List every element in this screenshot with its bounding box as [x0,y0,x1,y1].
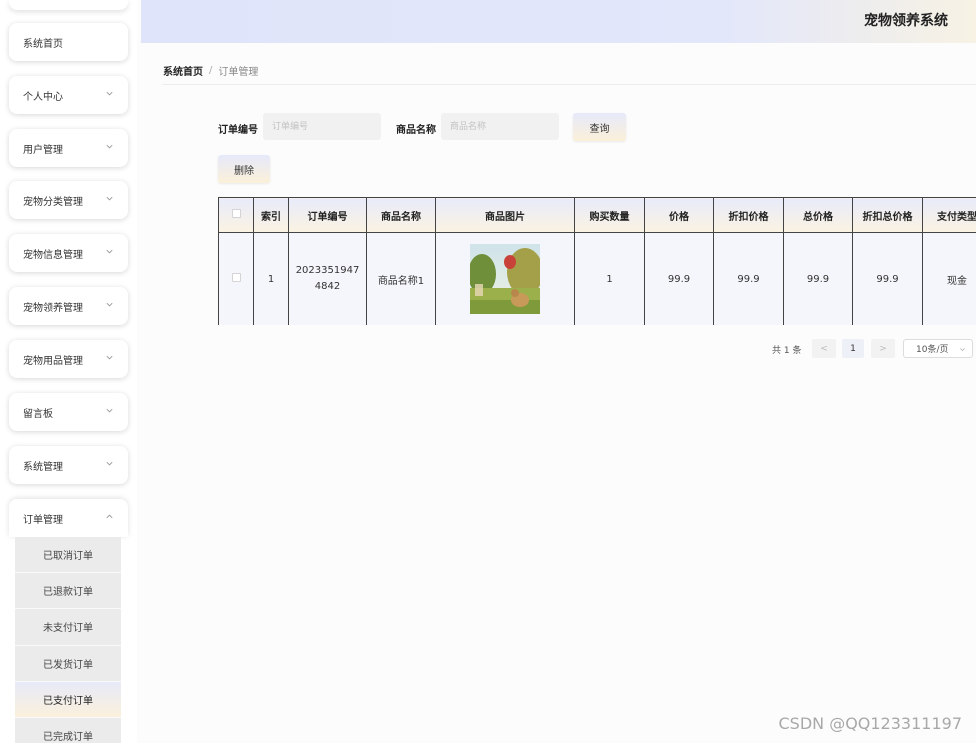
sidebar-item-system-management[interactable]: 系统管理 [9,446,128,484]
cell-pay-type: 现金 [922,232,976,325]
submenu-item-refunded-orders[interactable]: 已退款订单 [15,573,121,610]
chevron-down-icon [106,196,113,201]
chevron-down-icon [106,461,113,466]
order-no-label: 订单编号 [218,125,258,136]
sidebar-item-pet-supplies[interactable]: 宠物用品管理 [9,340,128,378]
breadcrumb-divider [162,84,976,85]
chevron-down-icon [106,302,113,307]
cell-product-name: 商品名称1 [366,232,436,325]
sidebar-item-label: 宠物信息管理 [23,249,83,261]
product-name-label: 商品名称 [396,125,436,136]
sidebar-item-label: 个人中心 [23,91,63,103]
column-header-product-image: 商品图片 [435,197,575,233]
cell-product-image [435,232,575,325]
delete-button[interactable]: 删除 [218,155,270,183]
column-header-price: 价格 [644,197,714,233]
order-no-text: 20233519474842 [295,265,360,292]
cell-quantity: 1 [574,232,645,325]
column-header-total-price: 总价格 [783,197,853,233]
query-button[interactable]: 查询 [573,113,626,141]
pagination-next-button[interactable]: > [871,339,895,358]
breadcrumb-home-link[interactable]: 系统首页 [163,63,203,78]
orders-table: 索引 订单编号 商品名称 商品图片 购买数量 价格 折扣价格 总价格 折扣总价格… [218,197,976,325]
order-no-input[interactable] [263,113,381,140]
column-header-quantity: 购买数量 [574,197,645,233]
cell-order-no: 20233519474842 [288,232,367,325]
sidebar-item-pet-category[interactable]: 宠物分类管理 [9,181,128,219]
cell-total-price: 99.9 [783,232,853,325]
column-header-discount-total: 折扣总价格 [852,197,923,233]
column-header-order-no: 订单编号 [288,197,367,233]
submenu-item-cancelled-orders[interactable]: 已取消订单 [15,537,121,574]
cell-index: 1 [253,232,289,325]
column-header-discount-price: 折扣价格 [713,197,784,233]
sidebar-item-label: 宠物用品管理 [23,355,83,367]
column-header-product-name: 商品名称 [366,197,436,233]
sidebar-item-home[interactable]: 系统首页 [9,23,128,61]
sidebar-item-message-board[interactable]: 留言板 [9,393,128,431]
watermark: CSDN @QQ123311197 [778,714,962,733]
chevron-down-icon [960,348,965,352]
sidebar-item-personal-center[interactable]: 个人中心 [9,76,128,114]
sidebar-item-pet-adoption[interactable]: 宠物领养管理 [9,287,128,325]
product-name-input[interactable] [441,113,559,140]
sidebar-item-label: 订单管理 [23,514,63,526]
app-root: 系统首页 个人中心 用户管理 宠物分类管理 宠物信息管理 宠物领养管理 宠物用品… [0,0,976,743]
sidebar-item-label: 用户管理 [23,144,63,156]
chevron-down-icon [106,91,113,96]
pay-type-text: 现金 [947,275,967,287]
chevron-down-icon [106,144,113,149]
page-size-select[interactable]: 10条/页 [903,339,973,358]
breadcrumb-current: 订单管理 [218,67,259,78]
column-header-pay-type: 支付类型 [922,197,976,233]
cell-discount-price: 99.9 [713,232,784,325]
order-submenu: 已取消订单 已退款订单 未支付订单 已发货订单 已支付订单 已完成订单 [15,537,121,743]
table-header-row: 索引 订单编号 商品名称 商品图片 购买数量 价格 折扣价格 总价格 折扣总价格… [218,197,976,233]
submenu-item-unpaid-orders[interactable]: 未支付订单 [15,609,121,646]
chevron-up-icon [106,514,113,519]
cell-discount-total: 99.9 [852,232,923,325]
product-image[interactable] [470,244,540,314]
submenu-item-paid-orders[interactable]: 已支付订单 [15,681,121,718]
pagination-total: 共 1 条 [772,346,802,356]
chevron-down-icon [106,408,113,413]
page-size-value: 10条/页 [916,345,949,355]
row-checkbox[interactable] [231,273,241,282]
sidebar-item-label: 系统首页 [23,38,63,50]
chevron-down-icon [106,355,113,360]
row-select-cell[interactable] [218,232,254,325]
app-title: 宠物领养系统 [864,13,948,29]
sidebar-item-label: 留言板 [23,408,53,420]
orders-table-container: 索引 订单编号 商品名称 商品图片 购买数量 价格 折扣价格 总价格 折扣总价格… [218,197,976,325]
top-header: 宠物领养系统 [141,0,976,43]
table-row[interactable]: 1 20233519474842 商品名称1 1 99.9 99.9 99.9 … [218,232,976,325]
sidebar-item-label: 宠物分类管理 [23,196,83,208]
sidebar: 系统首页 个人中心 用户管理 宠物分类管理 宠物信息管理 宠物领养管理 宠物用品… [0,0,137,743]
submenu-item-completed-orders[interactable]: 已完成订单 [15,717,121,743]
sidebar-item-order-management[interactable]: 订单管理 [9,499,128,537]
sidebar-item-label: 系统管理 [23,461,63,473]
pagination-prev-button[interactable]: < [812,339,836,358]
pagination-page-1[interactable]: 1 [842,339,864,358]
select-all-cell[interactable] [218,197,254,233]
sidebar-top-card [9,0,128,10]
sidebar-item-label: 宠物领养管理 [23,302,83,314]
cell-price: 99.9 [644,232,714,325]
submenu-item-shipped-orders[interactable]: 已发货订单 [15,645,121,682]
column-header-index: 索引 [253,197,289,233]
sidebar-item-user-management[interactable]: 用户管理 [9,129,128,167]
breadcrumb-separator: / [209,65,213,76]
chevron-down-icon [106,249,113,254]
breadcrumb: 系统首页 / 订单管理 [163,63,258,78]
select-all-checkbox[interactable] [231,209,241,218]
sidebar-item-pet-info[interactable]: 宠物信息管理 [9,234,128,272]
